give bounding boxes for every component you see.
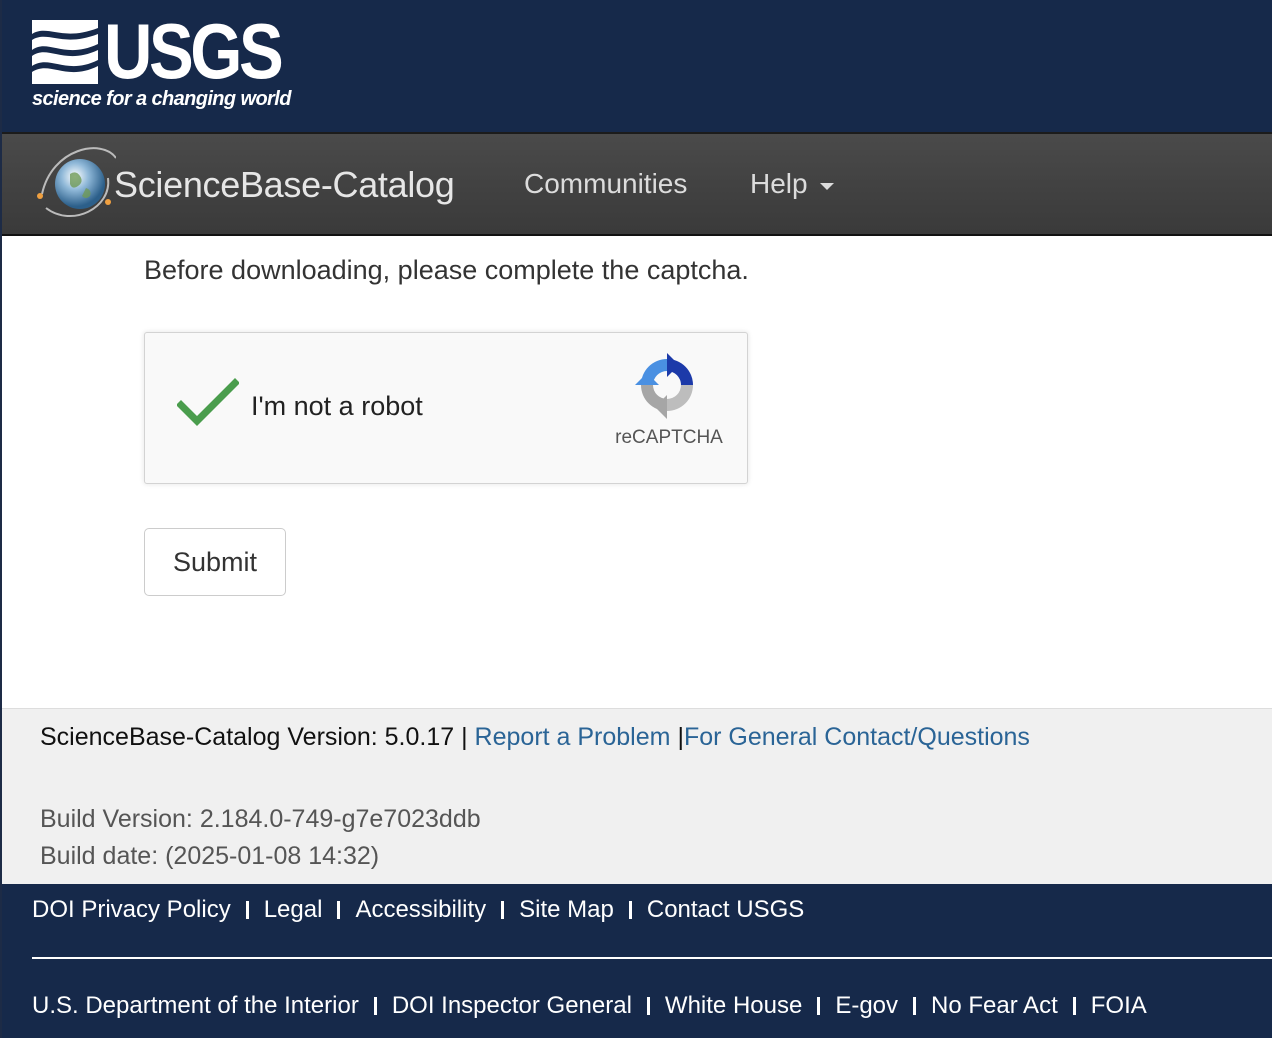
footer-white-house[interactable]: White House	[665, 992, 802, 1020]
version-line: ScienceBase-Catalog Version: 5.0.17 | Re…	[40, 723, 1030, 752]
caret-down-icon	[819, 182, 834, 190]
footer-no-fear-act[interactable]: No Fear Act	[931, 992, 1058, 1020]
build-date: Build date: (2025-01-08 14:32)	[40, 842, 380, 870]
version-footer: ScienceBase-Catalog Version: 5.0.17 | Re…	[2, 708, 1272, 884]
footer-inspector-general[interactable]: DOI Inspector General	[392, 992, 632, 1020]
footer-egov[interactable]: E-gov	[835, 992, 898, 1020]
recaptcha-provider-label: reCAPTCHA	[615, 427, 723, 448]
footer-separator	[501, 901, 505, 919]
footer-legal[interactable]: Legal	[264, 896, 323, 924]
navbar: ScienceBase-Catalog Communities Help	[2, 132, 1272, 236]
report-problem-link[interactable]: Report a Problem	[475, 723, 671, 751]
recaptcha-widget: I'm not a robot reCAPTCHA	[144, 332, 748, 484]
gov-links-row-2: U.S. Department of the Interior DOI Insp…	[32, 992, 1147, 1020]
usgs-wordmark: USGS	[104, 7, 284, 95]
brand-link[interactable]: ScienceBase-Catalog	[32, 138, 455, 232]
footer-separator	[1072, 997, 1076, 1015]
footer-separator	[628, 901, 632, 919]
usgs-header: USGS science for a changing world	[2, 0, 1272, 132]
footer-separator	[817, 997, 821, 1015]
footer-separator	[913, 997, 917, 1015]
submit-button[interactable]: Submit	[144, 528, 286, 596]
footer-site-map[interactable]: Site Map	[519, 896, 614, 924]
brand-title: ScienceBase-Catalog	[114, 164, 455, 205]
usgs-logo[interactable]: USGS science for a changing world	[32, 12, 292, 114]
nav-communities[interactable]: Communities	[524, 168, 687, 200]
gov-footer: DOI Privacy Policy Legal Accessibility S…	[2, 884, 1272, 1038]
footer-contact-usgs[interactable]: Contact USGS	[647, 896, 804, 924]
footer-doi-privacy-policy[interactable]: DOI Privacy Policy	[32, 896, 231, 924]
globe-orbit-icon	[37, 147, 116, 218]
gov-links-row-1: DOI Privacy Policy Legal Accessibility S…	[32, 896, 804, 924]
recaptcha-logo-icon	[635, 353, 693, 419]
usgs-tagline: science for a changing world	[32, 88, 291, 110]
footer-separator	[373, 997, 377, 1015]
checkmark-icon[interactable]	[177, 377, 239, 427]
footer-separator	[245, 901, 249, 919]
footer-divider	[32, 957, 1272, 959]
captcha-instructions: Before downloading, please complete the …	[144, 255, 749, 285]
footer-foia[interactable]: FOIA	[1091, 992, 1147, 1020]
captcha-label: I'm not a robot	[251, 391, 423, 421]
footer-separator	[646, 997, 650, 1015]
nav-help-dropdown[interactable]: Help	[750, 168, 834, 200]
footer-accessibility[interactable]: Accessibility	[355, 896, 486, 924]
nav-help-label: Help	[750, 168, 808, 199]
general-contact-link[interactable]: For General Contact/Questions	[684, 723, 1030, 751]
footer-separator	[337, 901, 341, 919]
usgs-wave-icon	[32, 20, 98, 84]
build-version: Build Version: 2.184.0-749-g7e7023ddb	[40, 805, 481, 833]
version-text: ScienceBase-Catalog Version: 5.0.17 |	[40, 723, 468, 751]
page: USGS science for a changing world Scienc…	[0, 0, 1272, 1038]
footer-doi[interactable]: U.S. Department of the Interior	[32, 992, 359, 1020]
